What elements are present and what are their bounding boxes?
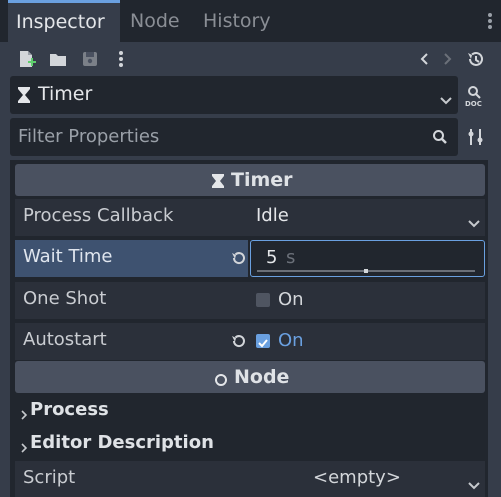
revert-icon[interactable] [231,333,247,349]
section-header-node[interactable]: Node [15,361,485,393]
group-label: Editor Description [30,432,214,453]
timer-icon [211,172,225,188]
timer-icon [16,86,32,104]
section-title: Timer [231,169,293,191]
chevron-down-icon [468,475,480,490]
filter-properties-input[interactable]: Filter Properties [18,126,159,147]
tab-node[interactable]: Node [130,0,180,42]
checkbox-checked-icon[interactable] [256,334,270,348]
tab-history[interactable]: History [203,0,271,42]
open-folder-icon[interactable] [47,48,69,70]
checkbox-label: On [278,330,304,351]
chevron-down-icon [440,90,452,105]
object-selector[interactable]: Timer [10,76,458,114]
wait-time-value[interactable]: 5 [266,247,277,268]
wait-time-unit: s [286,247,296,268]
history-forward-icon[interactable] [436,48,458,70]
tab-inspector[interactable]: Inspector [8,0,120,42]
section-title: Node [234,366,290,388]
property-label: Process Callback [23,205,174,226]
recent-history-icon[interactable] [465,48,487,70]
chevron-down-icon [468,213,480,228]
dropdown-value: Idle [256,205,289,226]
save-icon[interactable] [79,48,101,70]
chevron-right-icon [20,438,28,453]
inspector-tools-icon[interactable] [466,127,486,147]
group-label: Process [30,399,109,420]
search-icon [432,129,448,145]
tab-menu-icon[interactable] [487,10,493,32]
group-process[interactable]: Process [15,396,485,426]
process-callback-dropdown[interactable]: Idle [250,199,485,236]
property-row-wait-time: Wait Time [15,240,248,277]
autostart-checkbox[interactable]: On [250,323,485,360]
script-value: <empty> [313,467,401,488]
section-header-timer[interactable]: Timer [15,164,485,196]
script-resource-picker[interactable]: <empty> [250,461,485,497]
property-label: Autostart [23,329,107,350]
one-shot-checkbox[interactable]: On [250,282,485,319]
node-icon [214,370,228,386]
object-menu-icon[interactable] [112,48,134,70]
open-docs-icon[interactable]: DOC [464,84,488,108]
slider-grabber[interactable] [364,269,368,273]
new-resource-icon[interactable] [16,48,38,70]
dock-tab-bar: Inspector Node History [0,0,501,42]
property-label: One Shot [23,288,107,309]
chevron-right-icon [20,405,28,420]
property-label: Script [23,467,76,488]
checkbox-unchecked-icon[interactable] [256,293,270,307]
wait-time-spinbox[interactable]: 5 s [250,240,485,277]
revert-icon[interactable] [231,250,247,266]
object-selector-label: Timer [38,83,93,105]
filter-properties-field[interactable]: Filter Properties [10,118,458,156]
checkbox-label: On [278,289,304,310]
property-label: Wait Time [23,246,113,267]
history-back-icon[interactable] [414,48,436,70]
group-editor-description[interactable]: Editor Description [15,429,485,459]
svg-text:DOC: DOC [465,100,482,108]
